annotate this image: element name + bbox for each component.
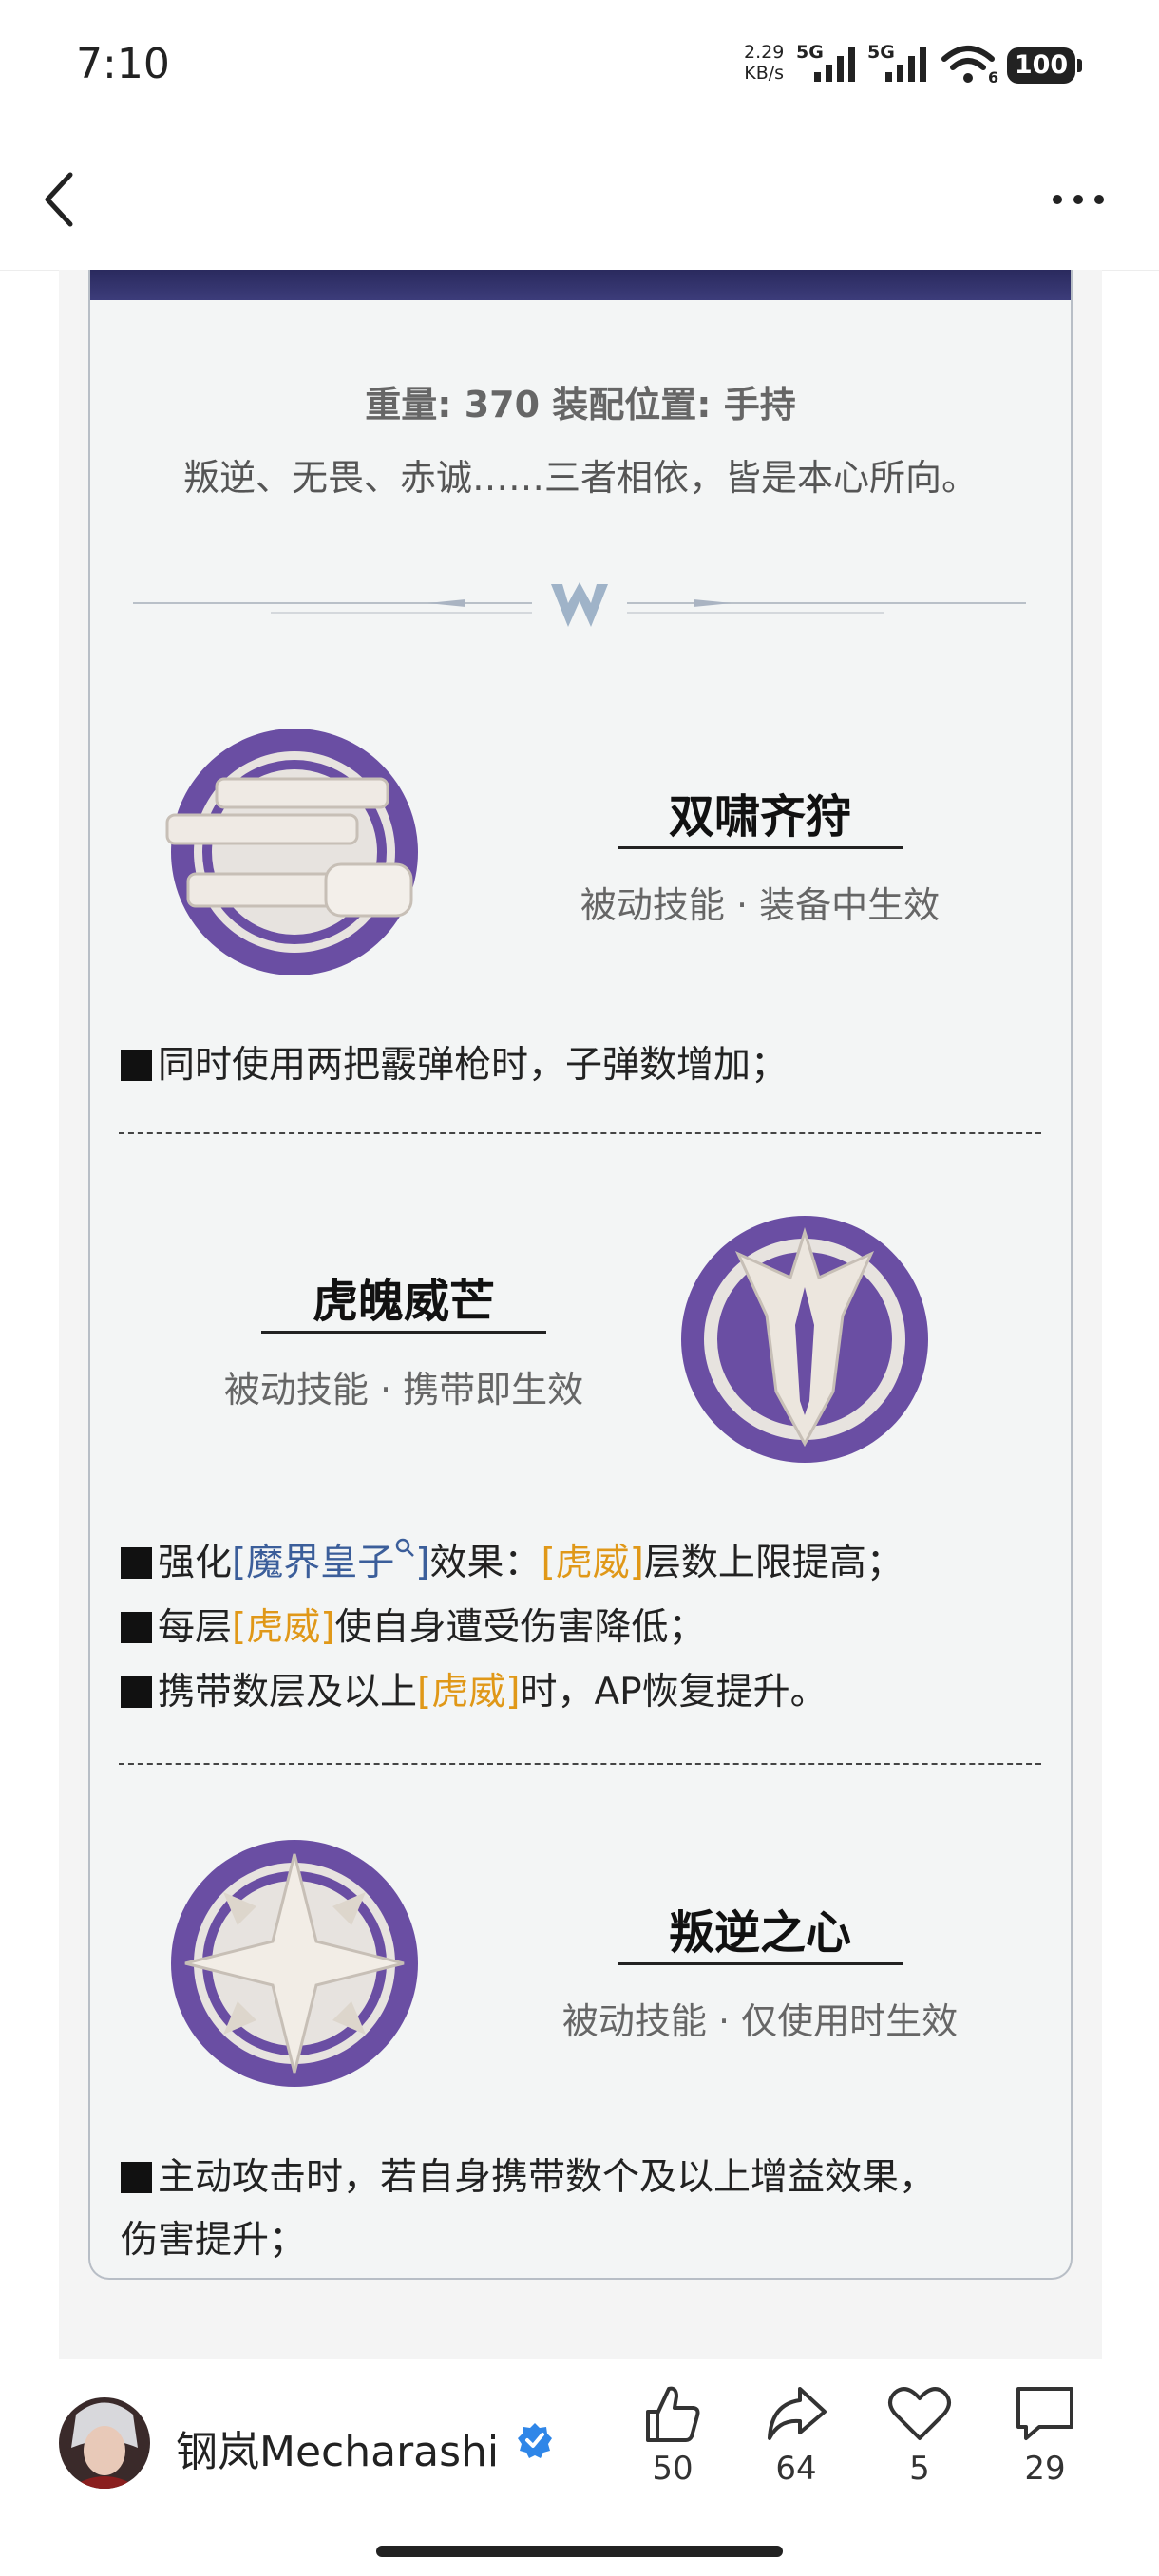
tag-huwei: [虎威] <box>232 1606 335 1649</box>
share-icon <box>768 2387 826 2440</box>
skill-1-title: 双啸齐狩 <box>668 790 851 843</box>
comment-icon <box>1016 2387 1074 2440</box>
skill-2-emblem-icon <box>681 1216 928 1463</box>
skill-3-title: 叛逆之心 <box>668 1906 851 1960</box>
skill-1-subtitle: 被动技能 · 装备中生效 <box>580 884 940 926</box>
section-divider-2 <box>119 1763 1041 1765</box>
skill-2-title: 虎魄威芒 <box>312 1275 495 1328</box>
status-time: 7:10 <box>76 40 170 88</box>
author-avatar[interactable] <box>57 2396 152 2491</box>
bullet-square-icon <box>121 1547 152 1579</box>
skill-2-description: 强化[魔界皇子]效果：[虎威]层数上限提高； 每层[虎威]使自身遭受伤害降低； … <box>121 1537 903 1719</box>
comment-count: 29 <box>1024 2450 1066 2488</box>
skill-3-underline <box>618 1962 902 1965</box>
cell-signal-1-icon <box>814 47 855 82</box>
favorite-count: 5 <box>909 2450 930 2488</box>
skill-2-subtitle: 被动技能 · 携带即生效 <box>223 1369 584 1411</box>
section-divider-1 <box>119 1132 1041 1134</box>
back-button[interactable] <box>36 169 84 230</box>
skill-2-line-2: 每层[虎威]使自身遭受伤害降低； <box>121 1601 903 1655</box>
comment-button[interactable]: 29 <box>1007 2379 1083 2488</box>
network-speed-value: 2.29 <box>744 42 785 63</box>
skill-2-line-3: 携带数层及以上[虎威]时，AP恢复提升。 <box>121 1666 903 1719</box>
bullet-square-icon <box>121 2162 152 2193</box>
verified-badge-icon <box>518 2423 552 2458</box>
heart-icon <box>888 2387 951 2440</box>
wifi-label: 6 <box>988 68 999 86</box>
skill-3-description: 主动攻击时，若自身携带数个及以上增益效果， 伤害提升； <box>121 2156 937 2262</box>
skill-3-emblem-icon <box>171 1840 418 2087</box>
battery-indicator: 100 <box>1007 47 1082 84</box>
search-icon <box>395 1538 415 1557</box>
network-speed: 2.29 KB/s <box>744 42 784 84</box>
tag-huwei: [虎威] <box>417 1671 521 1714</box>
tag-huwei: [虎威] <box>541 1542 644 1584</box>
chevron-left-icon <box>45 172 73 227</box>
author-name[interactable]: 钢岚Mecharashi <box>176 2417 499 2478</box>
item-meta: 重量: 370 装配位置: 手持 <box>365 384 796 426</box>
share-button[interactable]: 64 <box>758 2379 834 2488</box>
more-options-button[interactable] <box>1050 188 1107 215</box>
skill-3-subtitle: 被动技能 · 仅使用时生效 <box>561 2000 959 2042</box>
skill-1-emblem-icon <box>165 729 418 975</box>
link-mojie-huangzi[interactable]: [魔界皇子] <box>232 1538 429 1584</box>
cell-signal-2-icon <box>885 47 926 82</box>
bullet-square-icon <box>121 1050 152 1081</box>
skill-2-underline <box>261 1331 546 1334</box>
like-button[interactable]: 50 <box>635 2379 711 2488</box>
thumbs-up-icon <box>646 2386 700 2442</box>
skill-2-line-1: 强化[魔界皇子]效果：[虎威]层数上限提高； <box>121 1537 903 1590</box>
bullet-square-icon <box>121 1676 152 1708</box>
more-horizontal-icon <box>1053 195 1104 204</box>
item-quote: 叛逆、无畏、赤诚……三者相依，皆是本心所向。 <box>182 457 978 499</box>
ornament-divider <box>133 582 1026 627</box>
favorite-button[interactable]: 5 <box>882 2379 958 2488</box>
like-count: 50 <box>652 2450 694 2488</box>
network-speed-unit: KB/s <box>744 63 785 84</box>
skill-1-description: 同时使用两把霰弹枪时，子弹数增加； <box>121 1039 788 1092</box>
home-indicator[interactable] <box>376 2546 783 2557</box>
skill-1-underline <box>618 846 902 849</box>
card-banner <box>90 270 1071 300</box>
share-count: 64 <box>775 2450 817 2488</box>
bullet-square-icon <box>121 1612 152 1643</box>
